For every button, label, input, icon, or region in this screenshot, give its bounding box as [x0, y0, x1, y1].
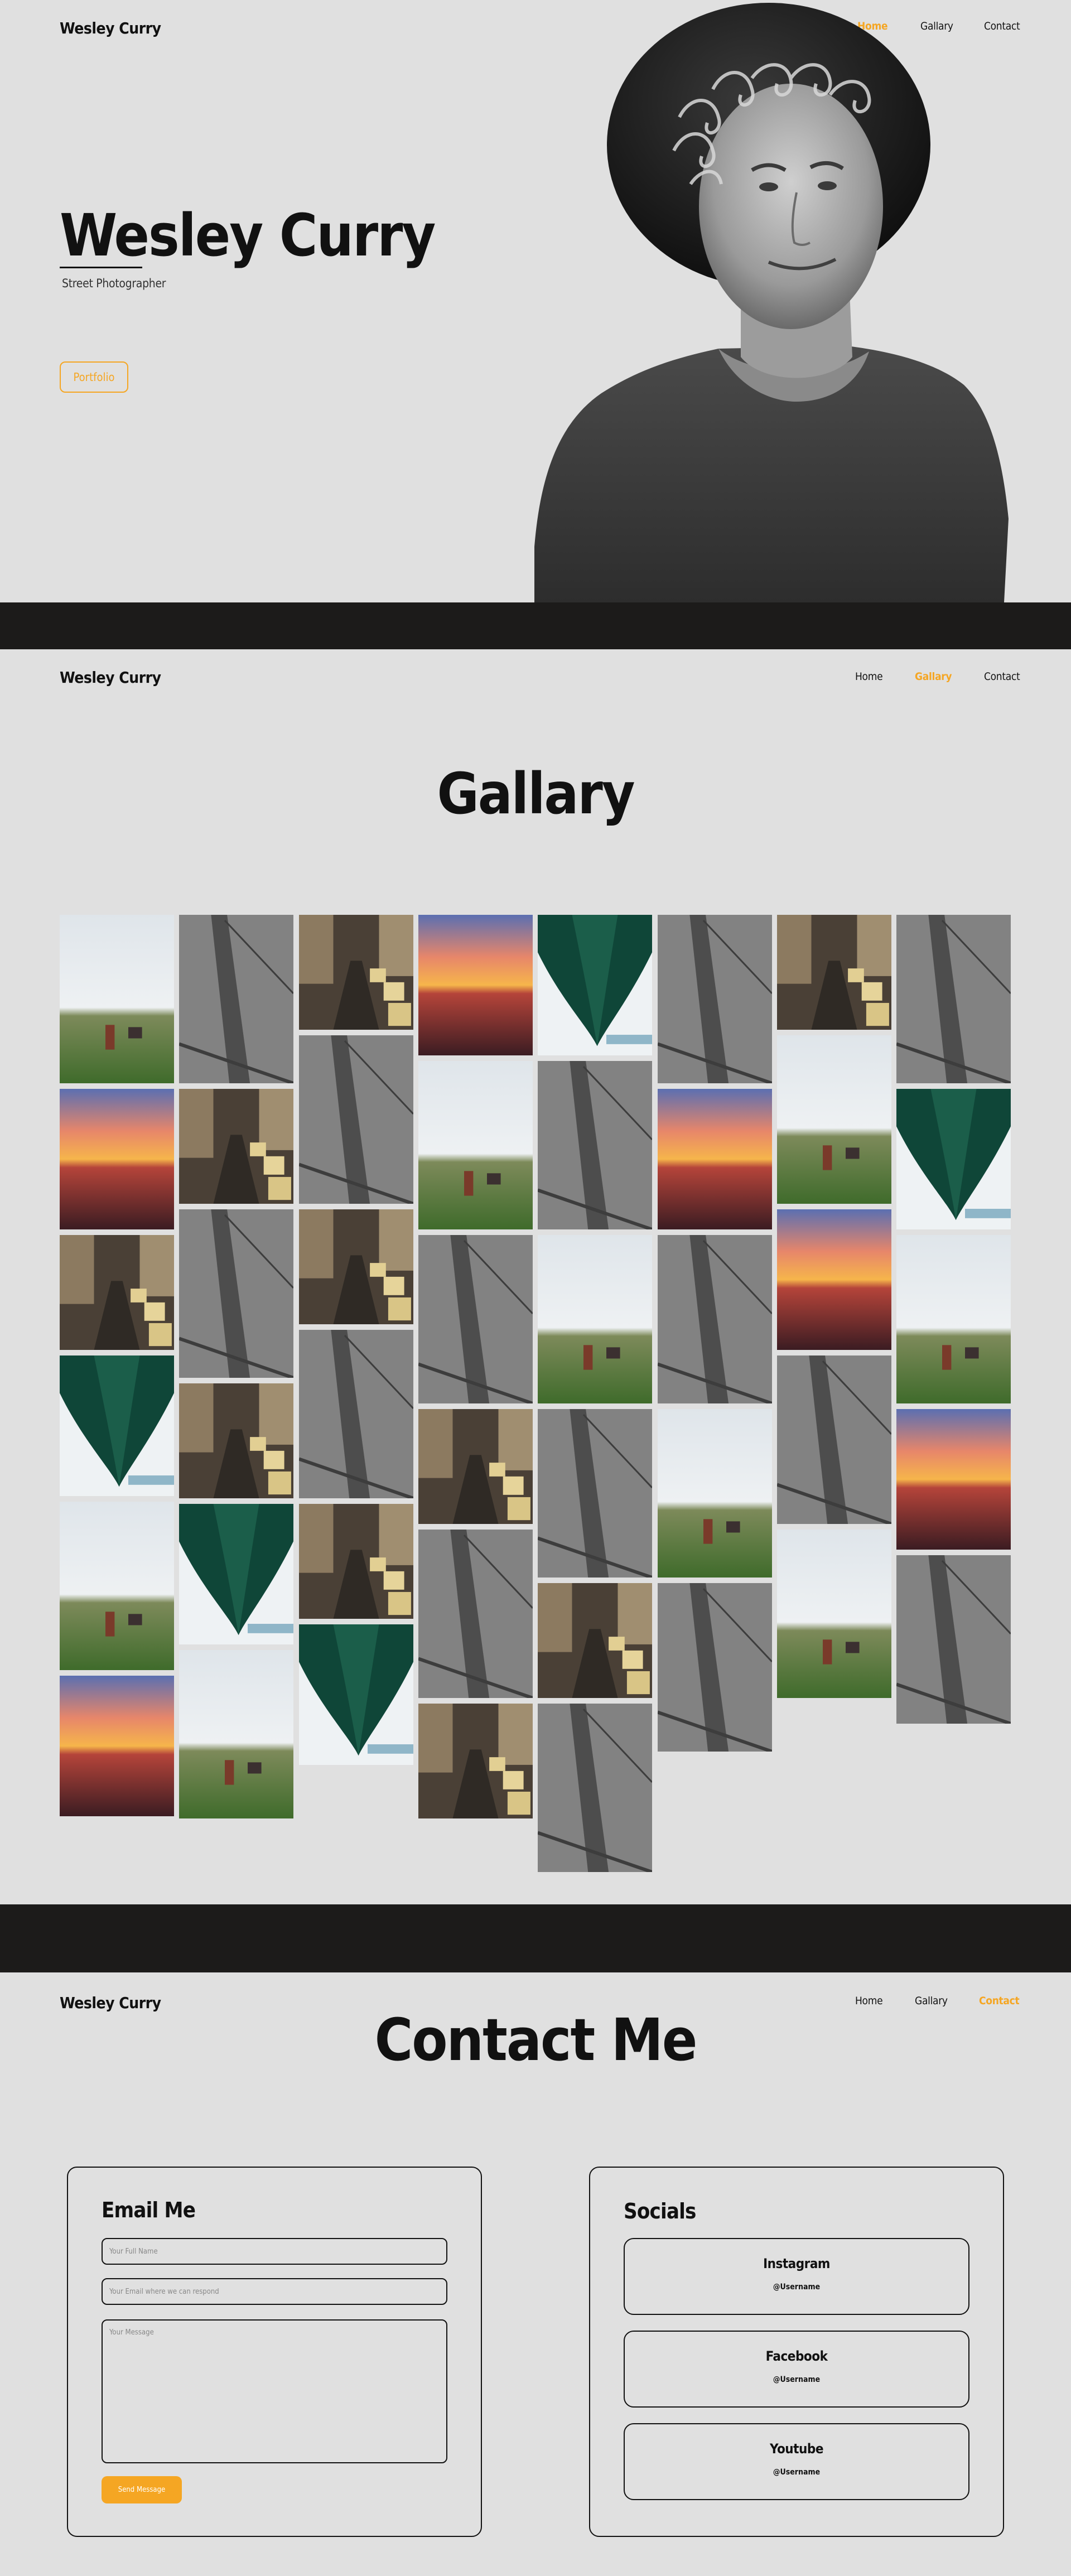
social-handle: @Username [773, 2283, 821, 2292]
socials-card: Socials Instagram @Username Facebook @Us… [589, 2167, 1004, 2537]
bridge-photo[interactable] [896, 915, 1011, 1083]
nav-home[interactable]: Home [855, 670, 883, 683]
socials-title: Socials [624, 2199, 696, 2223]
green-bridge-photo[interactable] [179, 1504, 293, 1644]
portrait-photo [534, 0, 1014, 602]
bridge-photo[interactable] [179, 915, 293, 1083]
contact-title: Contact Me [374, 2006, 698, 2074]
field-photo[interactable] [777, 1035, 891, 1204]
hero-subtitle: Street Photographer [62, 277, 166, 290]
social-name: Facebook [765, 2348, 828, 2364]
section-divider [0, 1904, 1071, 1972]
bridge-photo[interactable] [418, 1530, 533, 1698]
bridge-photo[interactable] [658, 915, 772, 1083]
street-photo[interactable] [777, 915, 891, 1030]
bridge-photo[interactable] [777, 1355, 891, 1524]
portfolio-button[interactable]: Portfolio [60, 361, 128, 393]
green-bridge-photo[interactable] [896, 1089, 1011, 1229]
social-name: Instagram [763, 2256, 830, 2271]
bridge-photo[interactable] [538, 1061, 652, 1229]
bridge-photo[interactable] [538, 1409, 652, 1578]
street-photo[interactable] [299, 1504, 413, 1619]
section-divider [0, 602, 1071, 649]
sunset-photo[interactable] [658, 1089, 772, 1229]
social-youtube[interactable]: Youtube @Username [624, 2423, 969, 2500]
street-photo[interactable] [179, 1383, 293, 1498]
bridge-photo[interactable] [179, 1209, 293, 1378]
street-photo[interactable] [60, 1235, 174, 1350]
social-name: Youtube [770, 2441, 823, 2457]
street-photo[interactable] [418, 1409, 533, 1524]
social-facebook[interactable]: Facebook @Username [624, 2331, 969, 2408]
nav-gallery[interactable]: Gallary [915, 670, 952, 683]
field-photo[interactable] [658, 1409, 772, 1578]
bridge-photo[interactable] [896, 1555, 1011, 1724]
street-photo[interactable] [179, 1089, 293, 1204]
green-bridge-photo[interactable] [60, 1355, 174, 1496]
send-message-button[interactable]: Send Message [102, 2476, 182, 2503]
hero-section: Wesley Curry Home Gallary Contact Wesley… [0, 0, 1071, 602]
gallery-section: Wesley Curry Home Gallary Contact Gallar… [0, 649, 1071, 1904]
field-photo[interactable] [418, 1061, 533, 1229]
gallery-title: Gallary [437, 761, 635, 827]
nav-gallery[interactable]: Gallary [915, 1995, 948, 2007]
sunset-photo[interactable] [896, 1409, 1011, 1550]
nav-home[interactable]: Home [855, 1995, 883, 2007]
green-bridge-photo[interactable] [538, 915, 652, 1055]
bridge-photo[interactable] [538, 1704, 652, 1872]
field-photo[interactable] [179, 1650, 293, 1818]
hero-title: Wesley Curry [60, 201, 436, 269]
social-instagram[interactable]: Instagram @Username [624, 2238, 969, 2315]
brand-logo[interactable]: Wesley Curry [60, 668, 161, 687]
contact-section: Wesley Curry Home Gallary Contact Contac… [0, 1972, 1071, 2576]
brand-logo[interactable]: Wesley Curry [60, 19, 161, 37]
field-photo[interactable] [777, 1530, 891, 1698]
nav-contact[interactable]: Contact [979, 1995, 1020, 2007]
bridge-photo[interactable] [299, 1330, 413, 1498]
sunset-photo[interactable] [777, 1209, 891, 1350]
bridge-photo[interactable] [299, 1035, 413, 1204]
street-photo[interactable] [299, 1209, 413, 1324]
social-handle: @Username [773, 2375, 821, 2384]
email-field[interactable] [102, 2278, 447, 2305]
sunset-photo[interactable] [60, 1676, 174, 1816]
sunset-photo[interactable] [60, 1089, 174, 1229]
street-photo[interactable] [418, 1704, 533, 1818]
social-handle: @Username [773, 2468, 821, 2477]
field-photo[interactable] [538, 1235, 652, 1403]
street-photo[interactable] [299, 915, 413, 1030]
message-field[interactable] [102, 2319, 447, 2463]
email-form-title: Email Me [102, 2198, 196, 2222]
field-photo[interactable] [60, 915, 174, 1083]
bridge-photo[interactable] [658, 1235, 772, 1403]
sunset-photo[interactable] [418, 915, 533, 1055]
bridge-photo[interactable] [658, 1583, 772, 1752]
title-underline [60, 267, 142, 268]
name-field[interactable] [102, 2238, 447, 2265]
email-form: Email Me Send Message [67, 2167, 482, 2537]
street-photo[interactable] [538, 1583, 652, 1698]
nav-contact[interactable]: Contact [984, 670, 1020, 683]
field-photo[interactable] [60, 1502, 174, 1670]
bridge-photo[interactable] [418, 1235, 533, 1403]
field-photo[interactable] [896, 1235, 1011, 1403]
green-bridge-photo[interactable] [299, 1624, 413, 1765]
